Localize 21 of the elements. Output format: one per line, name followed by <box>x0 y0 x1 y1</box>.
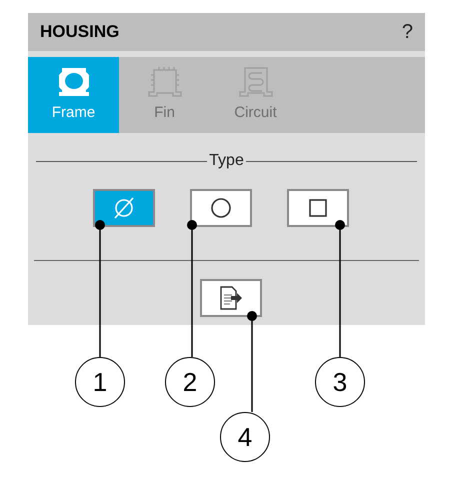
coil-icon <box>238 66 274 98</box>
chip-icon <box>146 66 182 98</box>
circle-icon <box>210 197 232 219</box>
callout-number: 1 <box>75 357 125 407</box>
export-button[interactable] <box>200 279 262 317</box>
tab[interactable]: Circuit <box>210 57 301 133</box>
callout-number: 4 <box>220 412 270 462</box>
callout-number: 3 <box>315 357 365 407</box>
type-option-button[interactable] <box>287 189 349 227</box>
square-icon <box>308 198 328 218</box>
callout-number: 2 <box>165 357 215 407</box>
type-option-button[interactable] <box>190 189 252 227</box>
tab[interactable]: Fin <box>119 57 210 133</box>
diameter-icon <box>112 196 136 220</box>
type-option-button[interactable] <box>93 189 155 227</box>
section-legend: Type <box>207 153 246 169</box>
frame-icon <box>58 66 88 98</box>
panel-title: HOUSING <box>40 21 120 44</box>
tab[interactable]: Frame <box>28 57 119 133</box>
export-icon <box>218 285 244 311</box>
help-button[interactable]: ? <box>402 17 413 47</box>
